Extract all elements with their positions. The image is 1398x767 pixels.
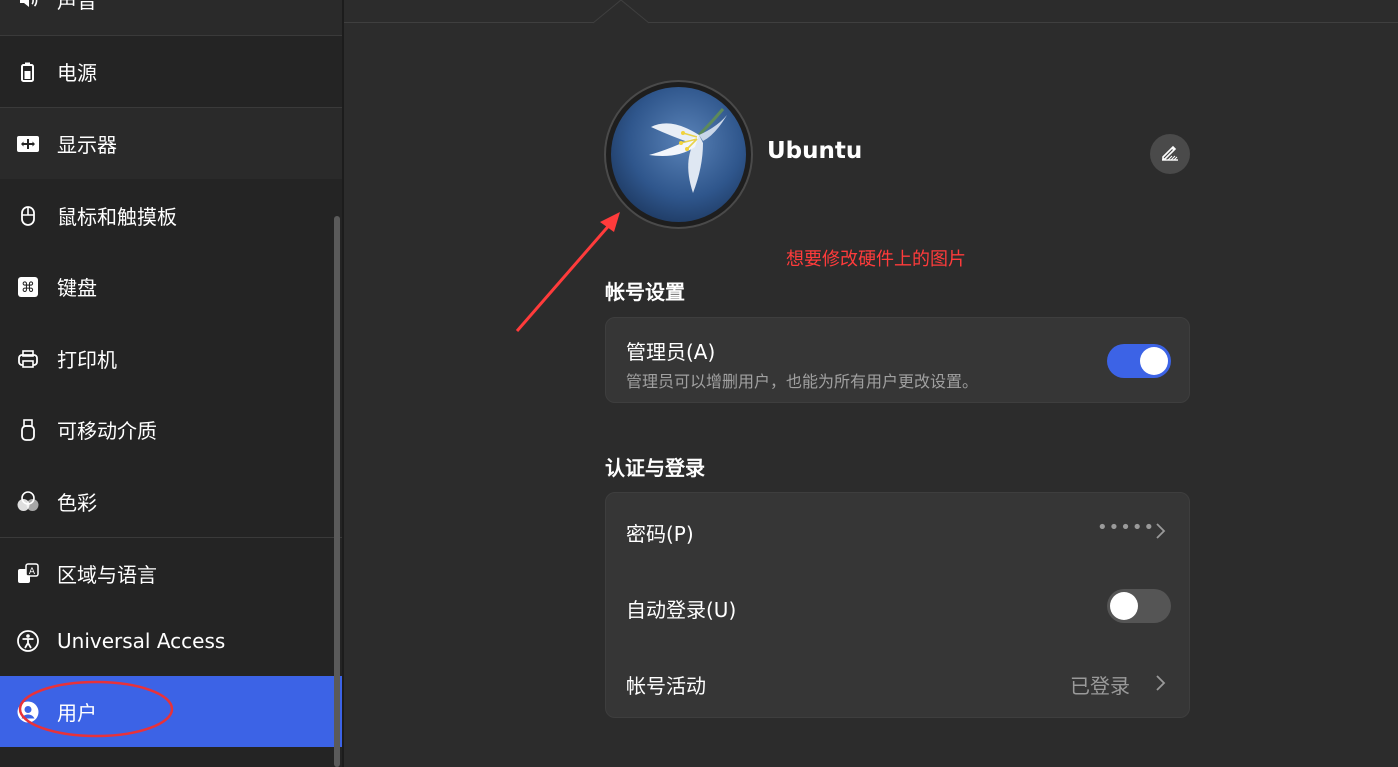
display-icon <box>16 132 40 156</box>
account-activity-row[interactable]: 帐号活动 已登录 <box>606 645 1191 719</box>
admin-toggle[interactable] <box>1107 344 1171 378</box>
popover-notch <box>593 0 649 24</box>
chevron-right-icon <box>1156 523 1166 539</box>
sidebar-scrollbar[interactable] <box>334 216 340 767</box>
sidebar-item-label: 电源 <box>57 61 97 85</box>
chevron-right-icon <box>1156 675 1166 691</box>
section-title-auth-login: 认证与登录 <box>605 456 705 480</box>
sidebar-item-label: 鼠标和触摸板 <box>57 205 177 229</box>
autologin-label: 自动登录(U) <box>626 598 737 622</box>
svg-text:⌘: ⌘ <box>21 280 35 296</box>
pencil-icon <box>1159 141 1181 167</box>
sidebar-item-keyboard[interactable]: ⌘ 键盘 <box>0 251 342 322</box>
sidebar-item-label: 打印机 <box>57 348 117 372</box>
section-title-account-settings: 帐号设置 <box>605 280 685 304</box>
keyboard-command-icon: ⌘ <box>16 275 40 299</box>
sidebar-item-users[interactable]: 用户 <box>0 676 342 747</box>
auth-card: 密码(P) ••••• 自动登录(U) 帐号活动 已登录 <box>605 492 1190 718</box>
battery-icon <box>16 60 40 84</box>
sidebar-item-universal-access[interactable]: Universal Access <box>0 605 342 676</box>
admin-label: 管理员(A) <box>626 340 716 364</box>
sidebar-item-label: 用户 <box>57 701 97 725</box>
avatar[interactable] <box>604 80 753 229</box>
header-divider <box>344 22 1398 23</box>
mouse-icon <box>16 204 40 228</box>
language-icon: A <box>16 562 40 586</box>
sidebar-item-power[interactable]: 电源 <box>0 36 342 107</box>
usb-drive-icon <box>16 418 40 442</box>
password-row[interactable]: 密码(P) ••••• <box>606 493 1191 569</box>
user-icon <box>16 700 40 724</box>
sidebar-item-label: 区域与语言 <box>57 563 157 587</box>
admin-row[interactable]: 管理员(A) 管理员可以增删用户，也能为所有用户更改设置。 <box>606 318 1191 404</box>
svg-text:A: A <box>29 567 36 577</box>
edit-name-button[interactable] <box>1150 134 1190 174</box>
sidebar-item-display[interactable]: 显示器 <box>0 108 342 179</box>
password-label: 密码(P) <box>626 522 694 546</box>
speaker-icon <box>16 0 40 12</box>
autologin-row[interactable]: 自动登录(U) <box>606 569 1191 645</box>
sidebar-item-mouse-touchpad[interactable]: 鼠标和触摸板 <box>0 180 342 251</box>
accessibility-icon <box>16 629 40 653</box>
autologin-toggle[interactable] <box>1107 589 1171 623</box>
sidebar-item-sound[interactable]: 声音 <box>0 0 342 35</box>
sidebar-item-printer[interactable]: 打印机 <box>0 323 342 394</box>
account-activity-label: 帐号活动 <box>626 674 706 698</box>
sidebar-item-label: 键盘 <box>57 276 97 300</box>
avatar-image <box>611 87 746 222</box>
account-settings-card: 管理员(A) 管理员可以增删用户，也能为所有用户更改设置。 <box>605 317 1190 403</box>
username: Ubuntu <box>767 138 863 164</box>
annotation-text: 想要修改硬件上的图片 <box>786 249 966 270</box>
color-circles-icon <box>16 490 40 514</box>
sidebar-item-color[interactable]: 色彩 <box>0 466 342 537</box>
toggle-knob <box>1140 347 1168 375</box>
sidebar-item-removable-media[interactable]: 可移动介质 <box>0 394 342 465</box>
account-activity-value: 已登录 <box>1070 674 1130 698</box>
toggle-knob <box>1110 592 1138 620</box>
sidebar: 声音 电源 显示器 鼠标和触摸板 ⌘ 键盘 打印机 可移动介质 色彩 A 区域与… <box>0 0 342 767</box>
sidebar-item-label: 显示器 <box>57 133 117 157</box>
sidebar-item-region-language[interactable]: A 区域与语言 <box>0 538 342 609</box>
printer-icon <box>16 347 40 371</box>
admin-description: 管理员可以增删用户，也能为所有用户更改设置。 <box>626 372 979 391</box>
sidebar-item-label: Universal Access <box>57 628 226 653</box>
sidebar-item-label: 声音 <box>57 0 97 13</box>
sidebar-item-label: 色彩 <box>57 491 97 515</box>
sidebar-item-label: 可移动介质 <box>57 419 157 443</box>
password-value: ••••• <box>1097 517 1156 538</box>
